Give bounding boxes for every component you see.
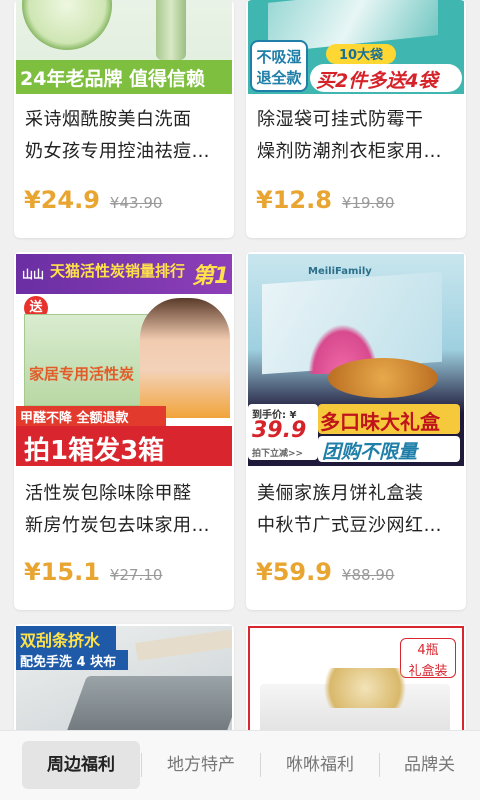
refund-strip-text: 甲醛不降 全额退款 <box>20 411 129 426</box>
sale-price: ¥59.9 <box>256 558 332 586</box>
product-title-line: 中秋节广式豆沙网红… <box>257 515 442 536</box>
product-image[interactable]: 双刮条挤水 配免手洗 4 块布 <box>16 626 232 744</box>
promo-banner: 多口味大礼盒 <box>318 404 460 434</box>
box-label: 家居专用活性炭 <box>29 365 135 383</box>
promo-sub-banner: 团购不限量 <box>318 436 460 463</box>
promo-banner: 买2件多送4袋 <box>310 64 462 92</box>
promo-banner: 拍1箱发3箱 <box>16 426 232 466</box>
product-image[interactable]: 24年老品牌 值得信赖 <box>16 0 232 94</box>
product-title-line: 除湿袋可挂式防霉干 <box>257 109 424 130</box>
mop-handle-image <box>135 629 232 661</box>
spokesperson-image <box>140 298 230 418</box>
tab-nearby-benefits[interactable]: 周边福利 <box>22 741 140 789</box>
product-card[interactable]: 双刮条挤水 配免手洗 4 块布 <box>14 624 234 744</box>
original-price: ¥43.90 <box>109 194 163 212</box>
product-title-line: 奶女孩专用控油祛痘… <box>25 141 210 162</box>
product-box-image: 家居专用活性炭 <box>24 314 154 406</box>
badge: 不吸湿 退全款 <box>250 40 308 92</box>
refund-strip: 甲醛不降 全额退款 <box>16 406 166 426</box>
promo-banner-text: 拍1箱发3箱 <box>24 436 165 466</box>
top-banner: 山山 天猫活性炭销量排行 第1 <box>16 254 232 294</box>
price-tag-note: 拍下立减>> <box>252 449 304 459</box>
price-row: ¥24.9 ¥43.90 <box>24 186 226 214</box>
promo-banner-text: 24年老品牌 值得信赖 <box>20 68 206 90</box>
brand-logo: MeiliFamily <box>308 266 372 277</box>
price-row: ¥12.8 ¥19.80 <box>256 186 458 214</box>
badge-text: 不吸湿 <box>256 48 302 66</box>
product-card[interactable]: 不吸湿 退全款 10大袋 买2件多送4袋 除湿袋可挂式防霉干 燥剂防潮剂衣柜家用… <box>246 0 466 238</box>
send-badge-text: 送 <box>29 300 43 315</box>
product-title-line: 美俪家族月饼礼盒装 <box>257 483 424 504</box>
badge-text: 退全款 <box>256 69 302 87</box>
product-image[interactable]: 山山 天猫活性炭销量排行 第1 送 家居专用活性炭 甲醛不降 全额退款 拍1箱发… <box>16 254 232 466</box>
promo-sub-banner: 配免手洗 4 块布 <box>16 650 128 670</box>
original-price: ¥27.10 <box>109 566 163 584</box>
product-card[interactable]: MeiliFamily 到手价: ¥ 39.9 拍下立减>> 多口味大礼盒 团购… <box>246 252 466 610</box>
price-row: ¥15.1 ¥27.10 <box>24 558 226 586</box>
brand-logo: 山山 <box>22 268 44 281</box>
bottle-image <box>156 0 186 60</box>
product-image[interactable]: MeiliFamily 到手价: ¥ 39.9 拍下立减>> 多口味大礼盒 团购… <box>248 254 464 466</box>
product-title-line: 燥剂防潮剂衣柜家用… <box>257 141 442 162</box>
promo-sub-text: 团购不限量 <box>322 441 418 463</box>
product-card[interactable]: 山山 天猫活性炭销量排行 第1 送 家居专用活性炭 甲醛不降 全额退款 拍1箱发… <box>14 252 234 610</box>
price-tag: 到手价: ¥ 39.9 拍下立减>> <box>248 404 318 460</box>
product-title: 活性炭包除味除甲醛 新房竹炭包去味家用… <box>25 478 224 542</box>
tab-brand[interactable]: 品牌关 <box>380 741 480 789</box>
product-title: 美俪家族月饼礼盒装 中秋节广式豆沙网红… <box>257 478 456 542</box>
promo-banner-text: 多口味大礼盒 <box>320 410 440 434</box>
sale-price: ¥24.9 <box>24 186 100 214</box>
mooncake-image <box>328 358 438 398</box>
tag: 10大袋 <box>326 44 396 64</box>
promo-banner: 24年老品牌 值得信赖 <box>16 60 232 94</box>
mop-image <box>65 676 232 736</box>
product-title-line: 采诗烟酰胺美白洗面 <box>25 109 192 130</box>
product-card[interactable]: 24年老品牌 值得信赖 采诗烟酰胺美白洗面 奶女孩专用控油祛痘… ¥24.9 ¥… <box>14 0 234 238</box>
rank-badge: 第1 <box>192 264 230 289</box>
tab-local-specialties[interactable]: 地方特产 <box>142 741 260 789</box>
cucumber-slice-image <box>22 0 112 50</box>
price-row: ¥59.9 ¥88.90 <box>256 558 458 586</box>
product-image[interactable]: 不吸湿 退全款 10大袋 买2件多送4袋 <box>248 0 464 94</box>
promo-banner: 双刮条挤水 <box>16 626 116 650</box>
product-title-line: 活性炭包除味除甲醛 <box>25 483 192 504</box>
sale-price: ¥15.1 <box>24 558 100 586</box>
product-title: 采诗烟酰胺美白洗面 奶女孩专用控油祛痘… <box>25 104 224 168</box>
original-price: ¥88.90 <box>341 566 395 584</box>
sale-price: ¥12.8 <box>256 186 332 214</box>
tag-text: 10大袋 <box>338 48 384 63</box>
product-card[interactable]: 4瓶 礼盒装 <box>246 624 466 744</box>
product-image[interactable]: 4瓶 礼盒装 <box>248 626 464 744</box>
product-title-line: 新房竹炭包去味家用… <box>25 515 210 536</box>
product-title: 除湿袋可挂式防霉干 燥剂防潮剂衣柜家用… <box>257 104 456 168</box>
original-price: ¥19.80 <box>341 194 395 212</box>
tab-xiuxiu-benefits[interactable]: 咻咻福利 <box>261 741 379 789</box>
promo-banner-text: 双刮条挤水 <box>20 631 101 650</box>
category-tab-bar: 周边福利 地方特产 咻咻福利 品牌关 <box>0 730 480 800</box>
bottles-image <box>310 668 420 708</box>
promo-banner-text: 买2件多送4袋 <box>316 70 438 92</box>
price-tag-value: 39.9 <box>252 418 307 443</box>
top-banner-text: 天猫活性炭销量排行 <box>50 262 186 280</box>
promo-sub-text: 配免手洗 4 块布 <box>20 655 117 670</box>
